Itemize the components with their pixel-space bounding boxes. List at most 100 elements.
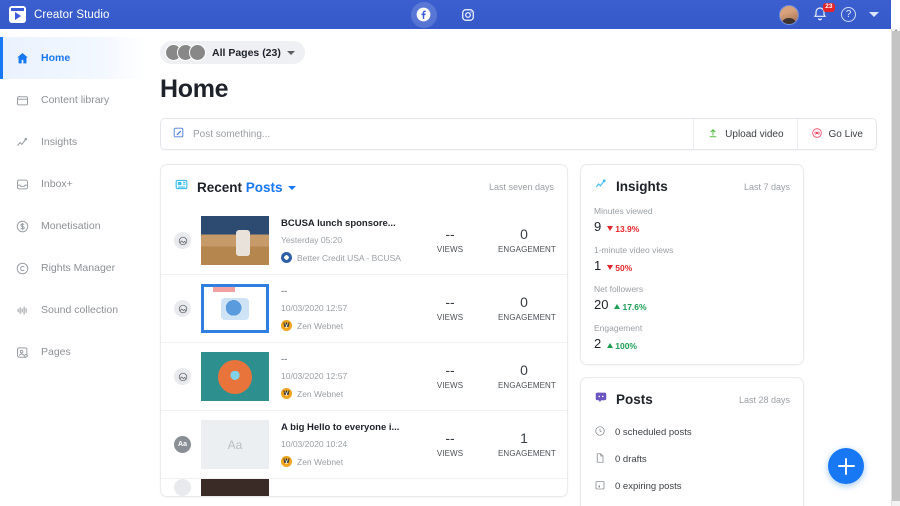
- views-label: VIEWS: [436, 245, 464, 255]
- engagement-value: 1: [520, 429, 528, 446]
- engagement-stat: 1 ENGAGEMENT: [498, 429, 556, 459]
- sidebar-item-label: Inbox+: [41, 178, 73, 190]
- trend-up-icon: [607, 343, 614, 348]
- post-page: Better Credit USA - BCUSA: [281, 252, 424, 263]
- engagement-label: ENGAGEMENT: [498, 381, 556, 391]
- engagement-label: ENGAGEMENT: [498, 245, 556, 255]
- scrollbar-thumb[interactable]: [892, 31, 900, 501]
- brand[interactable]: Creator Studio: [0, 6, 110, 23]
- engagement-label: ENGAGEMENT: [498, 313, 556, 323]
- sidebar-item-insights[interactable]: Insights: [0, 121, 146, 163]
- compose-pencil-icon: [172, 126, 185, 142]
- post-title: BCUSA lunch sponsore...: [281, 218, 396, 229]
- metric-delta: 17.6%: [614, 302, 647, 312]
- sidebar-item-pages[interactable]: Pages: [0, 331, 146, 373]
- views-label: VIEWS: [436, 313, 464, 323]
- post-time: 10/03/2020 10:24: [281, 439, 348, 449]
- top-navigation-bar: Creator Studio 23 ?: [0, 0, 891, 29]
- creator-studio-logo-icon: [9, 6, 26, 23]
- photo-icon: [174, 232, 191, 249]
- account-menu-chevron-down-icon[interactable]: [869, 12, 879, 17]
- copyright-icon: [14, 260, 30, 276]
- views-stat: -- VIEWS: [424, 362, 476, 390]
- page-selector[interactable]: All Pages (23): [160, 41, 305, 64]
- sidebar-item-label: Pages: [41, 346, 71, 358]
- upload-video-label: Upload video: [725, 128, 784, 140]
- sidebar-item-inbox[interactable]: Inbox+: [0, 163, 146, 205]
- views-stat: -- VIEWS: [424, 293, 476, 323]
- go-live-button[interactable]: Go Live: [796, 119, 876, 149]
- metric-minutes-viewed: Minutes viewed 9 13.9%: [594, 206, 790, 234]
- post-something-input[interactable]: Post something...: [161, 119, 693, 149]
- notification-badge: 23: [822, 3, 835, 12]
- create-button[interactable]: [828, 448, 864, 484]
- table-row[interactable]: [161, 478, 567, 496]
- home-icon: [14, 50, 30, 66]
- expiring-posts-item[interactable]: 0 expiring posts: [594, 473, 790, 500]
- posts-card: Posts Last 28 days 0 scheduled posts 0 d…: [580, 377, 804, 506]
- right-column: Insights Last 7 days Minutes viewed 9 13: [580, 164, 804, 506]
- main-content: All Pages (23) Home Post something... Up…: [146, 29, 891, 506]
- sidebar-item-sound-collection[interactable]: Sound collection: [0, 289, 146, 331]
- metric-delta-value: 100%: [615, 340, 637, 351]
- views-stat: -- VIEWS: [424, 430, 476, 458]
- dashboard-columns: Recent Posts Last seven days BCUSA lunch…: [146, 150, 891, 506]
- metric-delta: 13.9%: [607, 224, 639, 234]
- page-avatar-icon: [281, 252, 292, 263]
- notifications-bell-icon[interactable]: 23: [812, 3, 835, 23]
- posts-dropdown-label[interactable]: Posts: [246, 180, 283, 195]
- go-live-label: Go Live: [828, 128, 863, 140]
- views-value: --: [445, 293, 455, 310]
- post-page: Zen Webnet: [281, 320, 424, 331]
- posts-card-header: Posts Last 28 days: [581, 378, 803, 419]
- engagement-label: ENGAGEMENT: [498, 449, 556, 459]
- drafts-item[interactable]: 0 drafts: [594, 446, 790, 473]
- insights-title: Insights: [616, 179, 668, 194]
- posts-card-title: Posts: [616, 392, 653, 407]
- scheduled-posts-item[interactable]: 0 scheduled posts: [594, 419, 790, 446]
- post-time: Yesterday 05:20: [281, 235, 343, 245]
- metric-label: 1-minute video views: [594, 245, 674, 255]
- table-row[interactable]: -- 10/03/2020 12:57 Zen Webnet -- VIEWS: [161, 342, 567, 410]
- table-row[interactable]: BCUSA lunch sponsore... Yesterday 05:20 …: [161, 207, 567, 274]
- post-page-name: Better Credit USA - BCUSA: [297, 252, 401, 263]
- go-live-icon: [811, 127, 823, 142]
- posts-dropdown-chevron-down-icon[interactable]: [288, 185, 297, 190]
- vertical-scrollbar[interactable]: [891, 29, 900, 506]
- platform-switcher: [386, 1, 506, 28]
- document-icon: [594, 452, 606, 467]
- page-selector-row: All Pages (23): [146, 29, 891, 66]
- sidebar-item-label: Content library: [41, 94, 110, 106]
- post-page-name: Zen Webnet: [297, 388, 344, 399]
- page-avatar: [189, 44, 206, 61]
- table-row[interactable]: Aa Aa A big Hello to everyone i... 10/03…: [161, 410, 567, 478]
- photo-icon: [174, 300, 191, 317]
- post-time: 10/03/2020 12:57: [281, 303, 348, 313]
- sidebar-item-rights-manager[interactable]: Rights Manager: [0, 247, 146, 289]
- views-value: --: [445, 225, 455, 242]
- instagram-tab-icon[interactable]: [455, 2, 481, 28]
- upload-arrow-icon: [707, 127, 719, 142]
- post-time: 10/03/2020 12:57: [281, 371, 348, 381]
- facebook-tab-icon[interactable]: [410, 1, 437, 28]
- table-row[interactable]: -- 10/03/2020 12:57 Zen Webnet -- VIEWS: [161, 274, 567, 342]
- post-title: --: [281, 286, 288, 297]
- page-title: Home: [160, 75, 229, 103]
- metric-value: 1: [594, 258, 602, 273]
- sidebar-item-content-library[interactable]: Content library: [0, 79, 146, 121]
- sidebar-item-monetisation[interactable]: Monetisation: [0, 205, 146, 247]
- inbox-icon: [14, 176, 30, 192]
- avatar[interactable]: [779, 4, 799, 25]
- pages-icon: [14, 344, 30, 360]
- sidebar-item-label: Sound collection: [41, 304, 119, 316]
- posts-card-range: Last 28 days: [738, 394, 790, 405]
- upload-video-button[interactable]: Upload video: [693, 119, 796, 149]
- post-title: --: [281, 354, 288, 365]
- metric-delta-value: 50%: [615, 262, 633, 273]
- chevron-down-icon: [286, 50, 295, 55]
- engagement-stat: 0 ENGAGEMENT: [498, 294, 556, 323]
- insights-metrics: Minutes viewed 9 13.9% 1-minute video vi…: [581, 206, 803, 364]
- sidebar-item-home[interactable]: Home: [0, 37, 146, 79]
- help-icon[interactable]: ?: [841, 7, 856, 22]
- posts-bubble-icon: [594, 390, 608, 409]
